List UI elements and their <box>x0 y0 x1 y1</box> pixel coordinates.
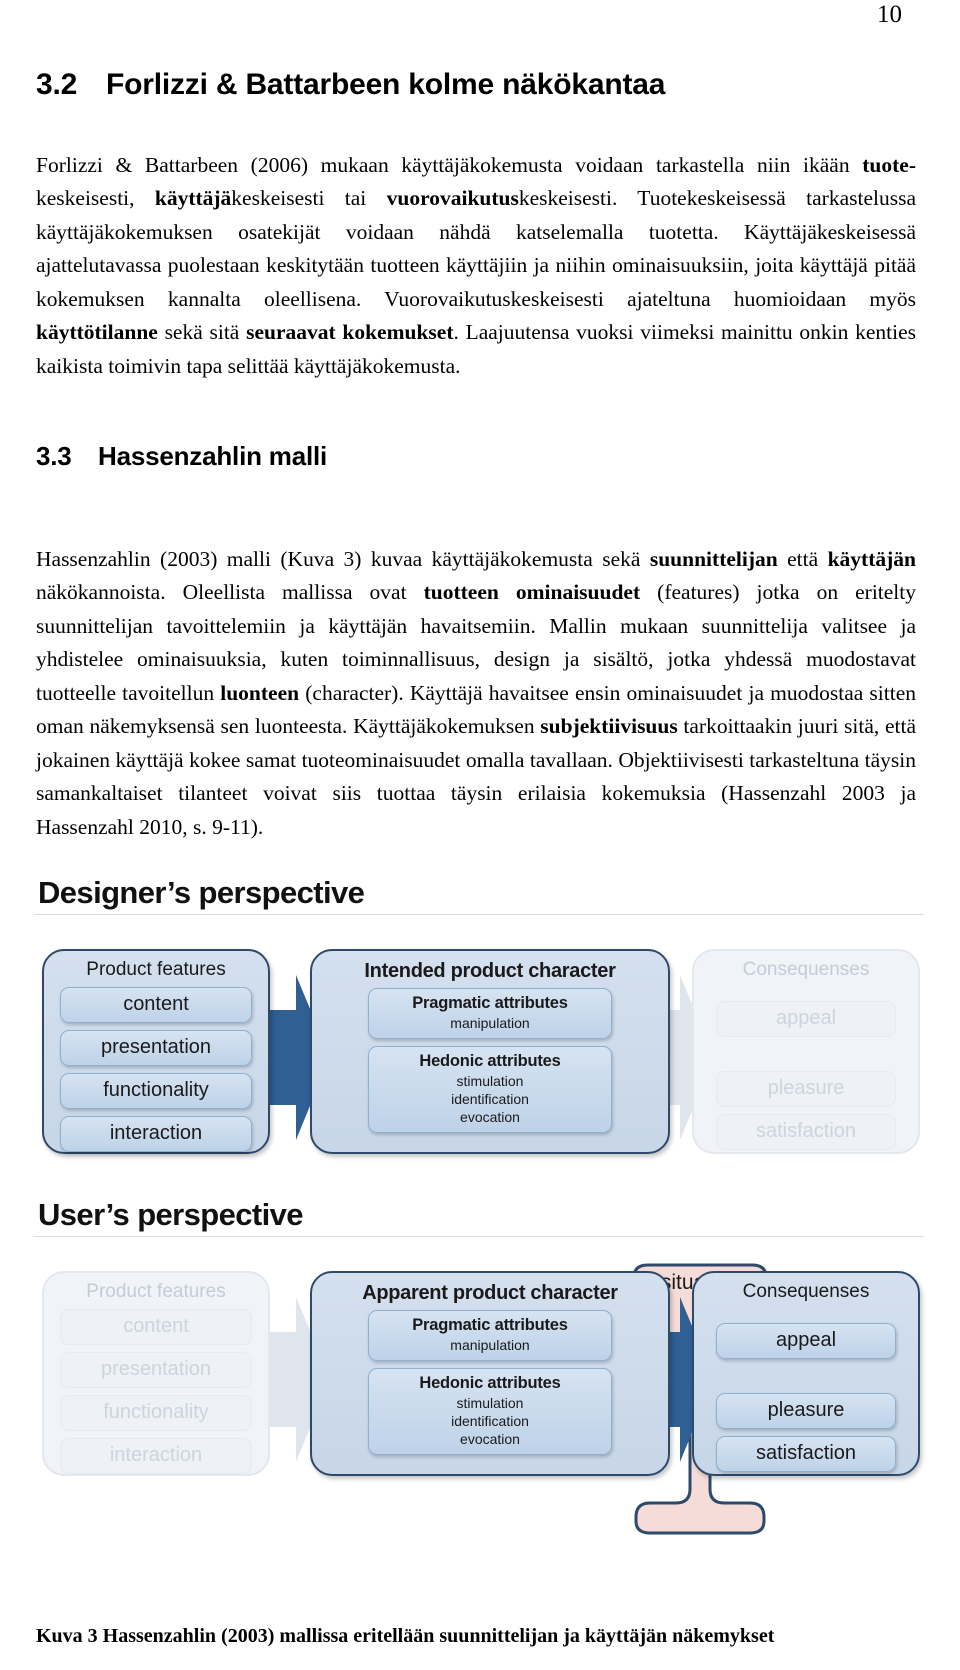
section-heading-3-2: 3.2 Forlizzi & Battarbeen kolme näkökant… <box>36 68 916 102</box>
consequences-list: appeal pleasure satisfaction <box>694 1309 918 1473</box>
document-page: 10 3.2 Forlizzi & Battarbeen kolme näkök… <box>0 0 960 1670</box>
pill-pleasure: pleasure <box>716 1071 896 1108</box>
attr-sub: identification <box>451 1413 529 1430</box>
attr-heading: Hedonic attributes <box>419 1052 561 1071</box>
text-run-bold: vuorovaikutus <box>386 186 519 210</box>
card-title: Apparent product character <box>362 1282 618 1305</box>
card-title: Product features <box>86 1281 226 1303</box>
attr-heading: Pragmatic attributes <box>412 994 568 1013</box>
panel-body: Product features content presentation fu… <box>24 925 936 1225</box>
paragraph-forlizzi: Forlizzi & Battarbeen (2006) mukaan käyt… <box>36 149 916 384</box>
attr-sub: evocation <box>460 1431 520 1448</box>
card-title: Product features <box>86 959 226 981</box>
card-title: Intended product character <box>364 960 616 983</box>
panel-body: situation Product features <box>24 1247 936 1625</box>
text-run-bold: subjektiivisuus <box>540 714 678 738</box>
card-title: Consequenses <box>742 1281 870 1303</box>
text-run-bold: tuotteen ominaisuudet <box>423 580 641 604</box>
text-run: keskeisesti, <box>36 186 155 210</box>
figure-hassenzahl-model: Designer’s perspective Product features … <box>24 876 936 1576</box>
attr-heading: Hedonic attributes <box>419 1374 561 1393</box>
pill-functionality: functionality <box>60 1073 252 1110</box>
attr-sub: identification <box>451 1091 529 1108</box>
panel-designer-perspective: Designer’s perspective Product features … <box>24 876 936 1176</box>
text-run-bold: suunnittelijan <box>649 546 778 571</box>
text-run-bold: käyttäjä <box>154 186 232 210</box>
text-run-bold: luonteen <box>220 680 300 705</box>
card-consequences: Consequenses appeal pleasure satisfactio… <box>692 949 920 1155</box>
card-title: Consequenses <box>742 959 870 981</box>
section-title: Hassenzahlin malli <box>98 441 328 471</box>
text-run: että <box>777 546 828 571</box>
pill-content: content <box>60 987 252 1024</box>
panel-title: User’s perspective <box>38 1197 304 1232</box>
section-number: 3.3 <box>36 441 72 471</box>
page-number: 10 <box>877 1 902 28</box>
pill-content: content <box>60 1309 252 1346</box>
panel-divider <box>34 1236 924 1238</box>
pill-functionality: functionality <box>60 1395 252 1432</box>
text-run: Hassenzahlin (2003) malli (Kuva 3) kuvaa… <box>36 546 650 571</box>
section-title: Forlizzi & Battarbeen kolme näkökantaa <box>106 68 666 101</box>
attr-sub: stimulation <box>456 1394 524 1411</box>
text-run-bold: seuraavat kokemukset <box>246 320 454 344</box>
pill-satisfaction: satisfaction <box>716 1436 896 1473</box>
pill-pragmatic-attributes: Pragmatic attributes manipulation <box>368 1310 612 1362</box>
attr-sub: stimulation <box>456 1072 524 1089</box>
panel-divider <box>34 914 924 916</box>
card-consequences: Consequenses appeal pleasure satisfactio… <box>692 1271 920 1477</box>
text-run: näkökannoista. Oleellista mallissa ovat <box>36 580 424 604</box>
card-apparent-product-character: Apparent product character Pragmatic att… <box>310 1271 670 1477</box>
attr-heading: Pragmatic attributes <box>412 1316 568 1335</box>
panel-title: Designer’s perspective <box>38 875 365 910</box>
section-number: 3.2 <box>36 68 78 101</box>
pill-presentation: presentation <box>60 1352 252 1389</box>
card-product-features: Product features content presentation fu… <box>42 1271 270 1477</box>
pill-hedonic-attributes: Hedonic attributes stimulation identific… <box>368 1368 612 1456</box>
section-heading-3-3: 3.3 Hassenzahlin malli <box>36 441 916 472</box>
paragraph-hassenzahl: Hassenzahlin (2003) malli (Kuva 3) kuvaa… <box>36 543 916 845</box>
text-run: Forlizzi & Battarbeen (2006) mukaan käyt… <box>36 152 863 177</box>
pill-appeal: appeal <box>716 1323 896 1360</box>
attributes-list: Pragmatic attributes manipulation Hedoni… <box>312 1310 668 1456</box>
pill-presentation: presentation <box>60 1030 252 1067</box>
attr-sub: manipulation <box>450 1015 530 1032</box>
text-run: keskeisesti tai <box>231 186 387 210</box>
attr-sub: evocation <box>460 1109 520 1126</box>
pill-appeal: appeal <box>716 1001 896 1038</box>
pill-satisfaction: satisfaction <box>716 1114 896 1151</box>
pill-interaction: interaction <box>60 1116 252 1153</box>
card-intended-product-character: Intended product character Pragmatic att… <box>310 949 670 1155</box>
features-list: content presentation functionality inter… <box>44 1309 268 1475</box>
panel-user-perspective: User’s perspective situation <box>24 1198 936 1576</box>
text-run: sekä sitä <box>157 320 247 344</box>
pill-pleasure: pleasure <box>716 1393 896 1430</box>
consequences-list: appeal pleasure satisfaction <box>694 987 918 1151</box>
attributes-list: Pragmatic attributes manipulation Hedoni… <box>312 988 668 1134</box>
features-list: content presentation functionality inter… <box>44 987 268 1153</box>
text-run-bold: käyttötilanne <box>36 320 158 344</box>
pill-hedonic-attributes: Hedonic attributes stimulation identific… <box>368 1046 612 1134</box>
text-run-bold: tuote- <box>862 152 916 177</box>
card-product-features: Product features content presentation fu… <box>42 949 270 1155</box>
pill-interaction: interaction <box>60 1438 252 1475</box>
attr-sub: manipulation <box>450 1337 530 1354</box>
pill-pragmatic-attributes: Pragmatic attributes manipulation <box>368 988 612 1040</box>
figure-caption: Kuva 3 Hassenzahlin (2003) mallissa erit… <box>36 1625 775 1647</box>
text-run-bold: käyttäjän <box>827 546 916 571</box>
